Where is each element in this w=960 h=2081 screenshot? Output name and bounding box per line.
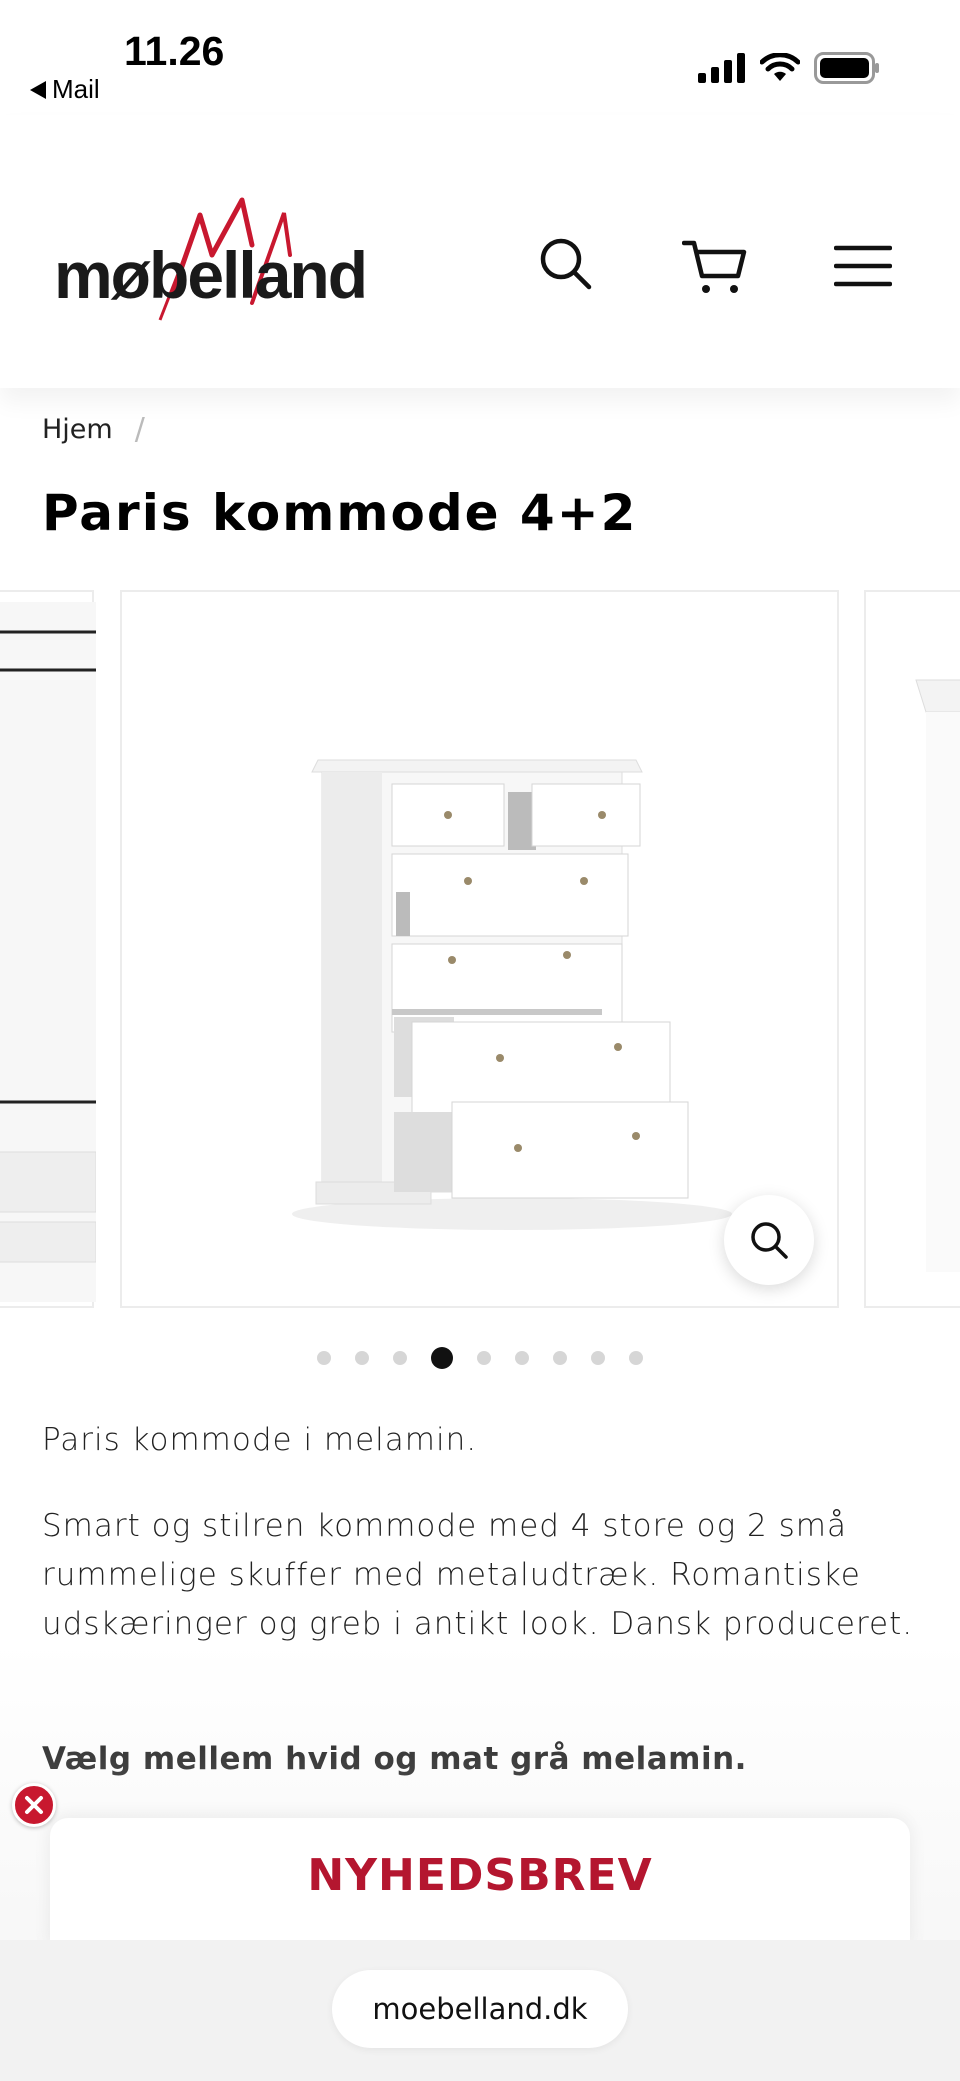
product-description-body: Smart og stilren kommode med 4 store og … bbox=[42, 1508, 914, 1642]
search-button[interactable] bbox=[538, 236, 594, 296]
gallery-dot[interactable] bbox=[393, 1351, 407, 1365]
logo-graphic: møbelland bbox=[54, 197, 368, 321]
zoom-button[interactable] bbox=[724, 1195, 814, 1285]
next-product-image bbox=[915, 679, 960, 1272]
wifi-icon bbox=[760, 53, 800, 81]
gallery-dot-active[interactable] bbox=[431, 1347, 453, 1369]
menu-icon bbox=[833, 245, 893, 287]
moebelland-logo[interactable]: møbelland bbox=[52, 195, 372, 329]
gallery-dot[interactable] bbox=[317, 1351, 331, 1365]
signal-icon bbox=[698, 53, 745, 83]
search-icon bbox=[540, 238, 592, 290]
gallery-pagination bbox=[0, 1346, 960, 1370]
menu-button[interactable] bbox=[833, 244, 893, 292]
status-bar: 11.26 Mail bbox=[0, 0, 960, 115]
close-icon bbox=[25, 1796, 43, 1814]
address-bar-url: moebelland.dk bbox=[372, 1992, 588, 2026]
breadcrumb: Hjem / bbox=[42, 412, 145, 447]
gallery-slide-active[interactable] bbox=[120, 590, 839, 1308]
cart-icon bbox=[681, 240, 747, 293]
cart-button[interactable] bbox=[681, 238, 748, 300]
newsletter-title: NYHEDSBREV bbox=[307, 1850, 653, 1901]
newsletter-close-button[interactable] bbox=[12, 1783, 56, 1827]
wardrobe-image bbox=[0, 602, 97, 1302]
battery-icon bbox=[814, 52, 879, 84]
back-arrow-icon bbox=[30, 80, 46, 99]
product-gallery[interactable] bbox=[0, 590, 960, 1310]
product-description-intro: Paris kommode i melamin. bbox=[42, 1422, 478, 1458]
zoom-icon bbox=[751, 1222, 788, 1259]
address-bar[interactable]: moebelland.dk bbox=[332, 1970, 628, 2048]
back-to-app-button[interactable]: Mail bbox=[30, 74, 100, 105]
dresser-image bbox=[292, 759, 732, 1230]
browser-bottom-bar: moebelland.dk bbox=[0, 1940, 960, 2081]
status-icons bbox=[698, 52, 880, 84]
back-app-label: Mail bbox=[52, 74, 100, 104]
gallery-slide-previous[interactable] bbox=[0, 590, 97, 1308]
breadcrumb-separator: / bbox=[134, 412, 145, 447]
gallery-slide-next[interactable] bbox=[864, 590, 960, 1308]
newsletter-popup[interactable]: NYHEDSBREV bbox=[50, 1818, 910, 1948]
gallery-dot[interactable] bbox=[591, 1351, 605, 1365]
gallery-dot[interactable] bbox=[477, 1351, 491, 1365]
gallery-dot[interactable] bbox=[629, 1351, 643, 1365]
gallery-dot[interactable] bbox=[355, 1351, 369, 1365]
gallery-dot[interactable] bbox=[553, 1351, 567, 1365]
logo-text: møbelland bbox=[54, 238, 366, 312]
status-time: 11.26 bbox=[124, 28, 225, 74]
breadcrumb-home[interactable]: Hjem bbox=[42, 414, 113, 445]
product-description-options: Vælg mellem hvid og mat grå melamin. bbox=[42, 1741, 747, 1777]
product-title: Paris kommode 4+2 bbox=[42, 484, 638, 542]
gallery-dot[interactable] bbox=[515, 1351, 529, 1365]
